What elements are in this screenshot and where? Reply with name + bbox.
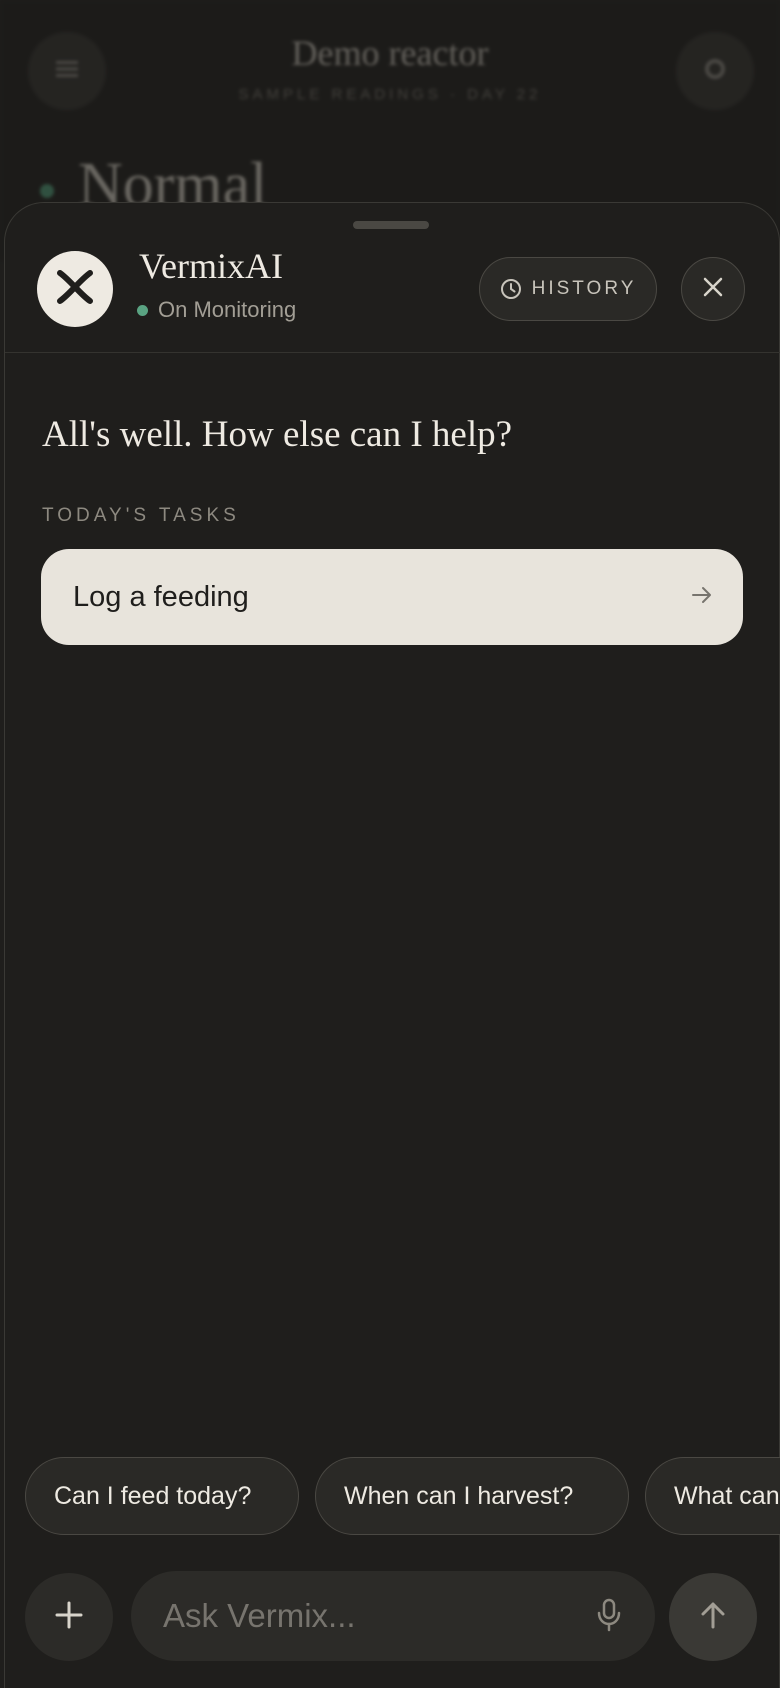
background-subtitle: SAMPLE READINGS · DAY 22 — [238, 86, 542, 103]
assistant-status: On Monitoring — [137, 297, 296, 323]
suggestion-chip[interactable]: What can I do? — [645, 1457, 780, 1535]
add-attachment-button[interactable] — [25, 1573, 113, 1661]
background-status-dot — [40, 184, 54, 198]
task-log-feeding[interactable]: Log a feeding — [41, 549, 743, 645]
arrow-up-icon — [699, 1600, 727, 1635]
settings-button — [676, 32, 754, 110]
gear-icon — [701, 55, 729, 88]
close-icon — [702, 276, 724, 303]
sheet-drag-handle[interactable] — [353, 221, 429, 229]
task-label: Log a feeding — [73, 580, 249, 613]
close-button[interactable] — [681, 257, 745, 321]
send-button[interactable] — [669, 1573, 757, 1661]
assistant-sheet: VermixAI On Monitoring HISTORY All's wel… — [4, 202, 780, 1688]
history-button[interactable]: HISTORY — [479, 257, 657, 321]
history-label: HISTORY — [531, 278, 637, 299]
status-dot — [137, 304, 148, 316]
suggestion-chip[interactable]: When can I harvest? — [315, 1457, 629, 1535]
arrow-right-icon — [691, 586, 713, 609]
microphone-button[interactable] — [589, 1595, 629, 1639]
tasks-heading: TODAY'S TASKS — [42, 505, 240, 526]
header-divider — [5, 352, 780, 353]
microphone-icon — [596, 1598, 622, 1637]
background-title: Demo reactor — [291, 33, 489, 73]
ask-input[interactable] — [131, 1571, 655, 1661]
status-text: On Monitoring — [158, 297, 297, 322]
clock-icon — [500, 278, 522, 300]
greeting-message: All's well. How else can I help? — [42, 414, 513, 455]
assistant-name: VermixAI — [139, 246, 283, 286]
vermix-logo-icon — [55, 269, 95, 310]
avatar — [37, 251, 113, 327]
plus-icon — [54, 1600, 84, 1635]
suggestion-chips: Can I feed today? When can I harvest? Wh… — [5, 1457, 780, 1537]
suggestion-chip[interactable]: Can I feed today? — [25, 1457, 299, 1535]
